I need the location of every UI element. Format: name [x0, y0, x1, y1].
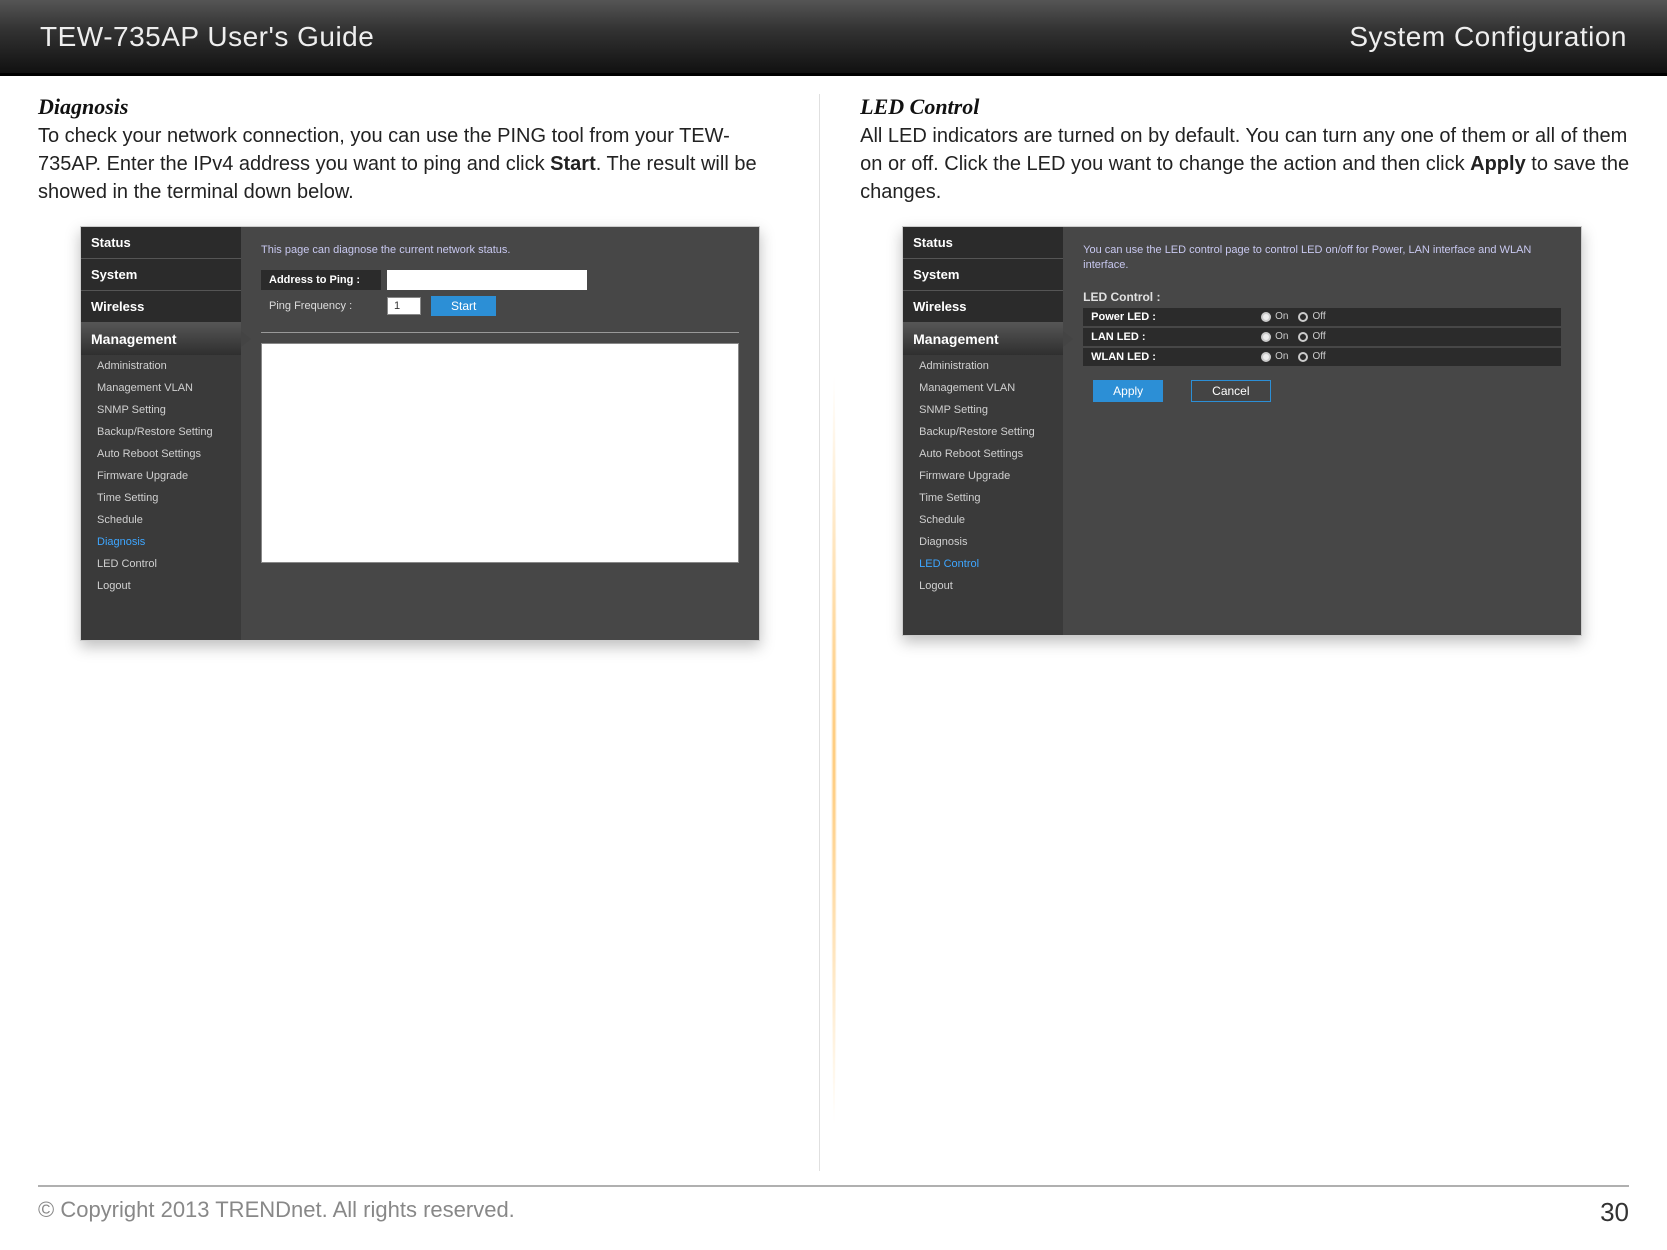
led-screenshot: Status System Wireless Management Admini…	[902, 226, 1582, 636]
power-led-off[interactable]: Off	[1298, 311, 1325, 322]
header-right: System Configuration	[1349, 21, 1627, 53]
wlan-led-row: WLAN LED : On Off	[1083, 348, 1561, 366]
sidebar-sub[interactable]: Administration	[903, 355, 1063, 377]
sidebar-sub-active[interactable]: Diagnosis	[81, 531, 241, 553]
button-row: Apply Cancel	[1083, 380, 1561, 402]
page-number: 30	[1600, 1197, 1629, 1228]
main-panel: You can use the LED control page to cont…	[1063, 227, 1581, 635]
led-desc: All LED indicators are turned on by defa…	[860, 122, 1637, 206]
copyright-text: © Copyright 2013 TRENDnet. All rights re…	[38, 1197, 515, 1228]
page-footer: © Copyright 2013 TRENDnet. All rights re…	[38, 1185, 1629, 1228]
sidebar-sub[interactable]: Logout	[903, 575, 1063, 597]
sidebar-item-management[interactable]: Management	[903, 323, 1063, 355]
sidebar-item-wireless[interactable]: Wireless	[903, 291, 1063, 323]
sidebar-sub[interactable]: Management VLAN	[81, 377, 241, 399]
start-button[interactable]: Start	[431, 296, 496, 316]
sidebar-sub[interactable]: Auto Reboot Settings	[81, 443, 241, 465]
power-led-on[interactable]: On	[1261, 311, 1288, 322]
address-input[interactable]	[387, 270, 587, 290]
sidebar-sub[interactable]: SNMP Setting	[903, 399, 1063, 421]
sidebar-item-status[interactable]: Status	[81, 227, 241, 259]
sidebar-sub-active[interactable]: LED Control	[903, 553, 1063, 575]
sidebar-sub[interactable]: Firmware Upgrade	[81, 465, 241, 487]
left-column: Diagnosis To check your network connecti…	[38, 94, 820, 1171]
sidebar-item-status[interactable]: Status	[903, 227, 1063, 259]
sidebar-sub[interactable]: Diagnosis	[903, 531, 1063, 553]
sidebar-sub[interactable]: Time Setting	[81, 487, 241, 509]
sidebar-sub[interactable]: Schedule	[81, 509, 241, 531]
sidebar-item-wireless[interactable]: Wireless	[81, 291, 241, 323]
lan-led-row: LAN LED : On Off	[1083, 328, 1561, 346]
apply-button[interactable]: Apply	[1093, 380, 1163, 402]
sidebar-sub[interactable]: Administration	[81, 355, 241, 377]
panel-desc: You can use the LED control page to cont…	[1083, 243, 1561, 274]
power-led-row: Power LED : On Off	[1083, 308, 1561, 326]
diagnosis-title: Diagnosis	[38, 94, 789, 120]
diagnosis-desc: To check your network connection, you ca…	[38, 122, 789, 206]
sidebar-sub[interactable]: Schedule	[903, 509, 1063, 531]
cancel-button[interactable]: Cancel	[1191, 380, 1270, 402]
wlan-led-on[interactable]: On	[1261, 351, 1288, 362]
lan-led-off[interactable]: Off	[1298, 331, 1325, 342]
sidebar-sub[interactable]: Time Setting	[903, 487, 1063, 509]
address-row: Address to Ping :	[261, 270, 739, 290]
sidebar-sub[interactable]: Logout	[81, 575, 241, 597]
address-label: Address to Ping :	[261, 270, 381, 290]
terminal-output[interactable]	[261, 343, 739, 563]
content-columns: Diagnosis To check your network connecti…	[0, 76, 1667, 1171]
page-header: TEW-735AP User's Guide System Configurat…	[0, 0, 1667, 76]
sidebar-sub[interactable]: Backup/Restore Setting	[903, 421, 1063, 443]
sidebar-sub[interactable]: Backup/Restore Setting	[81, 421, 241, 443]
frequency-label: Ping Frequency :	[261, 296, 381, 316]
wlan-led-off[interactable]: Off	[1298, 351, 1325, 362]
sidebar: Status System Wireless Management Admini…	[81, 227, 241, 640]
sidebar-sub[interactable]: Auto Reboot Settings	[903, 443, 1063, 465]
sidebar-item-management[interactable]: Management	[81, 323, 241, 355]
sidebar-item-system[interactable]: System	[81, 259, 241, 291]
frequency-select[interactable]: 1	[387, 297, 421, 315]
sidebar-sub[interactable]: Firmware Upgrade	[903, 465, 1063, 487]
sidebar-sub[interactable]: SNMP Setting	[81, 399, 241, 421]
main-panel: This page can diagnose the current netwo…	[241, 227, 759, 640]
sidebar-item-system[interactable]: System	[903, 259, 1063, 291]
diagnosis-screenshot: Status System Wireless Management Admini…	[80, 226, 760, 641]
sidebar-sub[interactable]: Management VLAN	[903, 377, 1063, 399]
right-column: LED Control All LED indicators are turne…	[860, 94, 1637, 1171]
led-title: LED Control	[860, 94, 1637, 120]
frequency-row: Ping Frequency : 1 Start	[261, 296, 739, 316]
sidebar: Status System Wireless Management Admini…	[903, 227, 1063, 635]
sidebar-sub[interactable]: LED Control	[81, 553, 241, 575]
lan-led-on[interactable]: On	[1261, 331, 1288, 342]
led-section-header: LED Control :	[1083, 290, 1561, 304]
header-left: TEW-735AP User's Guide	[40, 21, 374, 53]
divider	[261, 332, 739, 333]
panel-desc: This page can diagnose the current netwo…	[261, 243, 739, 258]
